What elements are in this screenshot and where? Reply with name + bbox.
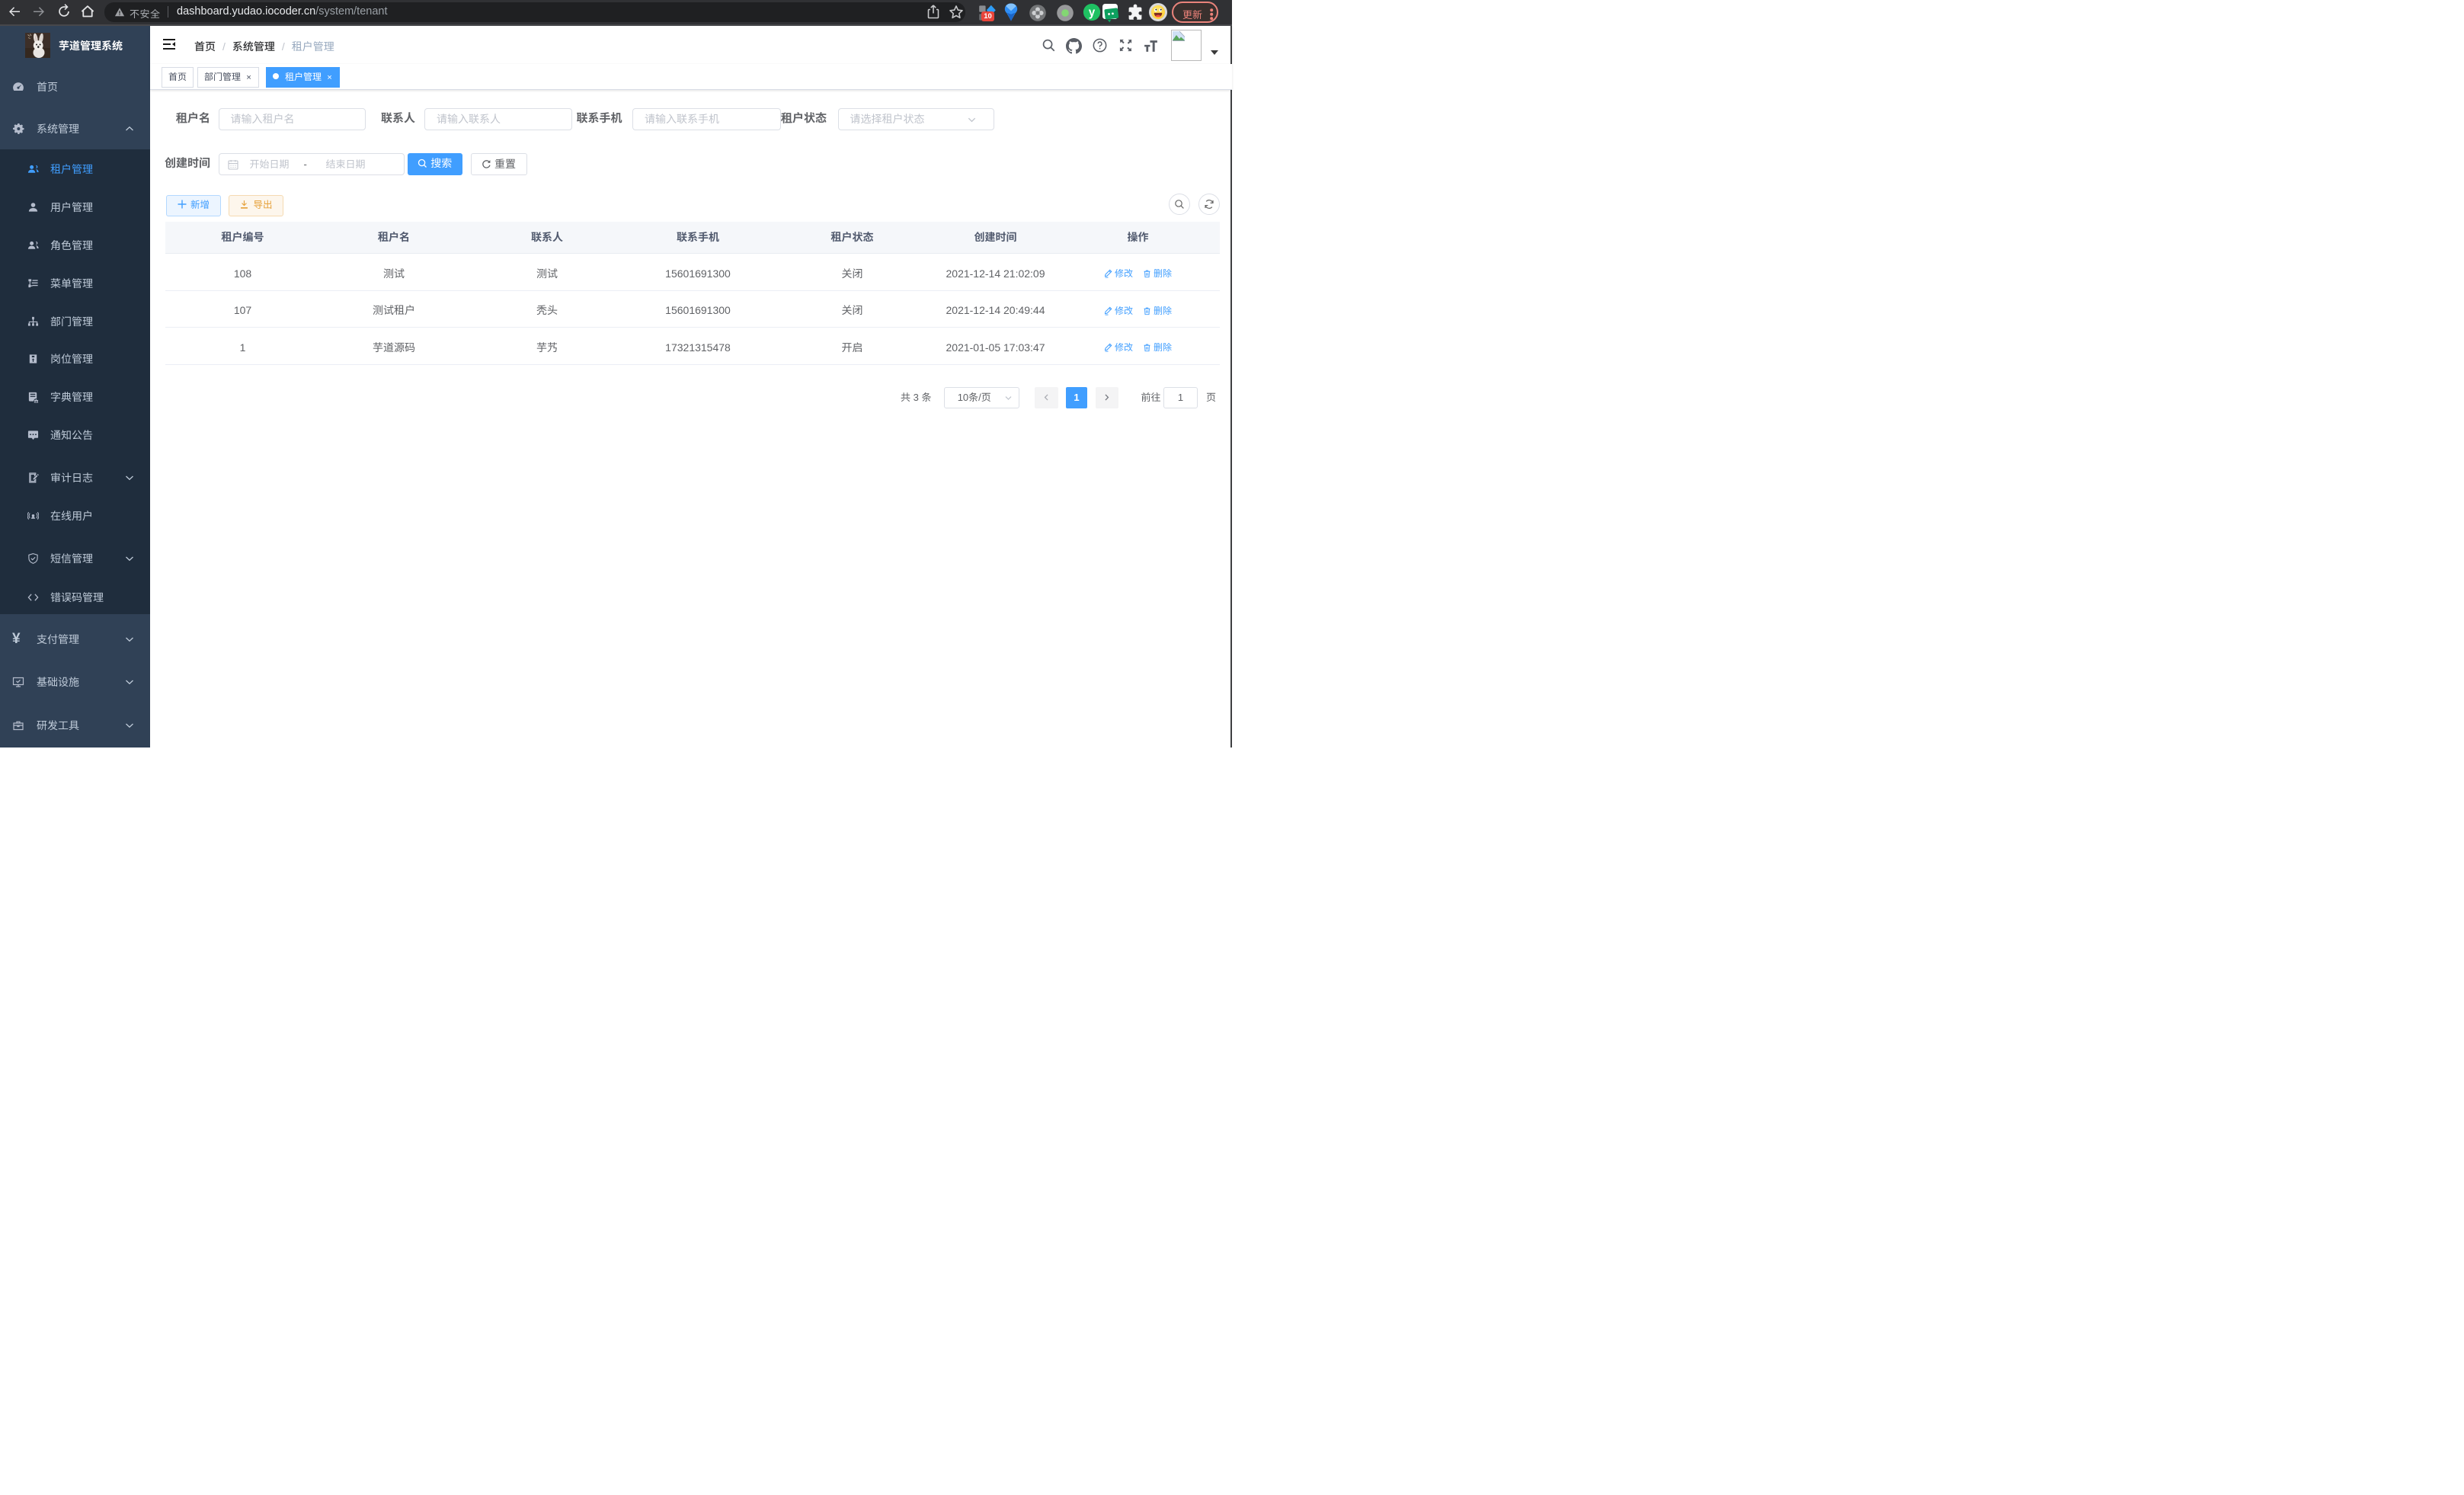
svg-text:y: y bbox=[1089, 6, 1096, 19]
